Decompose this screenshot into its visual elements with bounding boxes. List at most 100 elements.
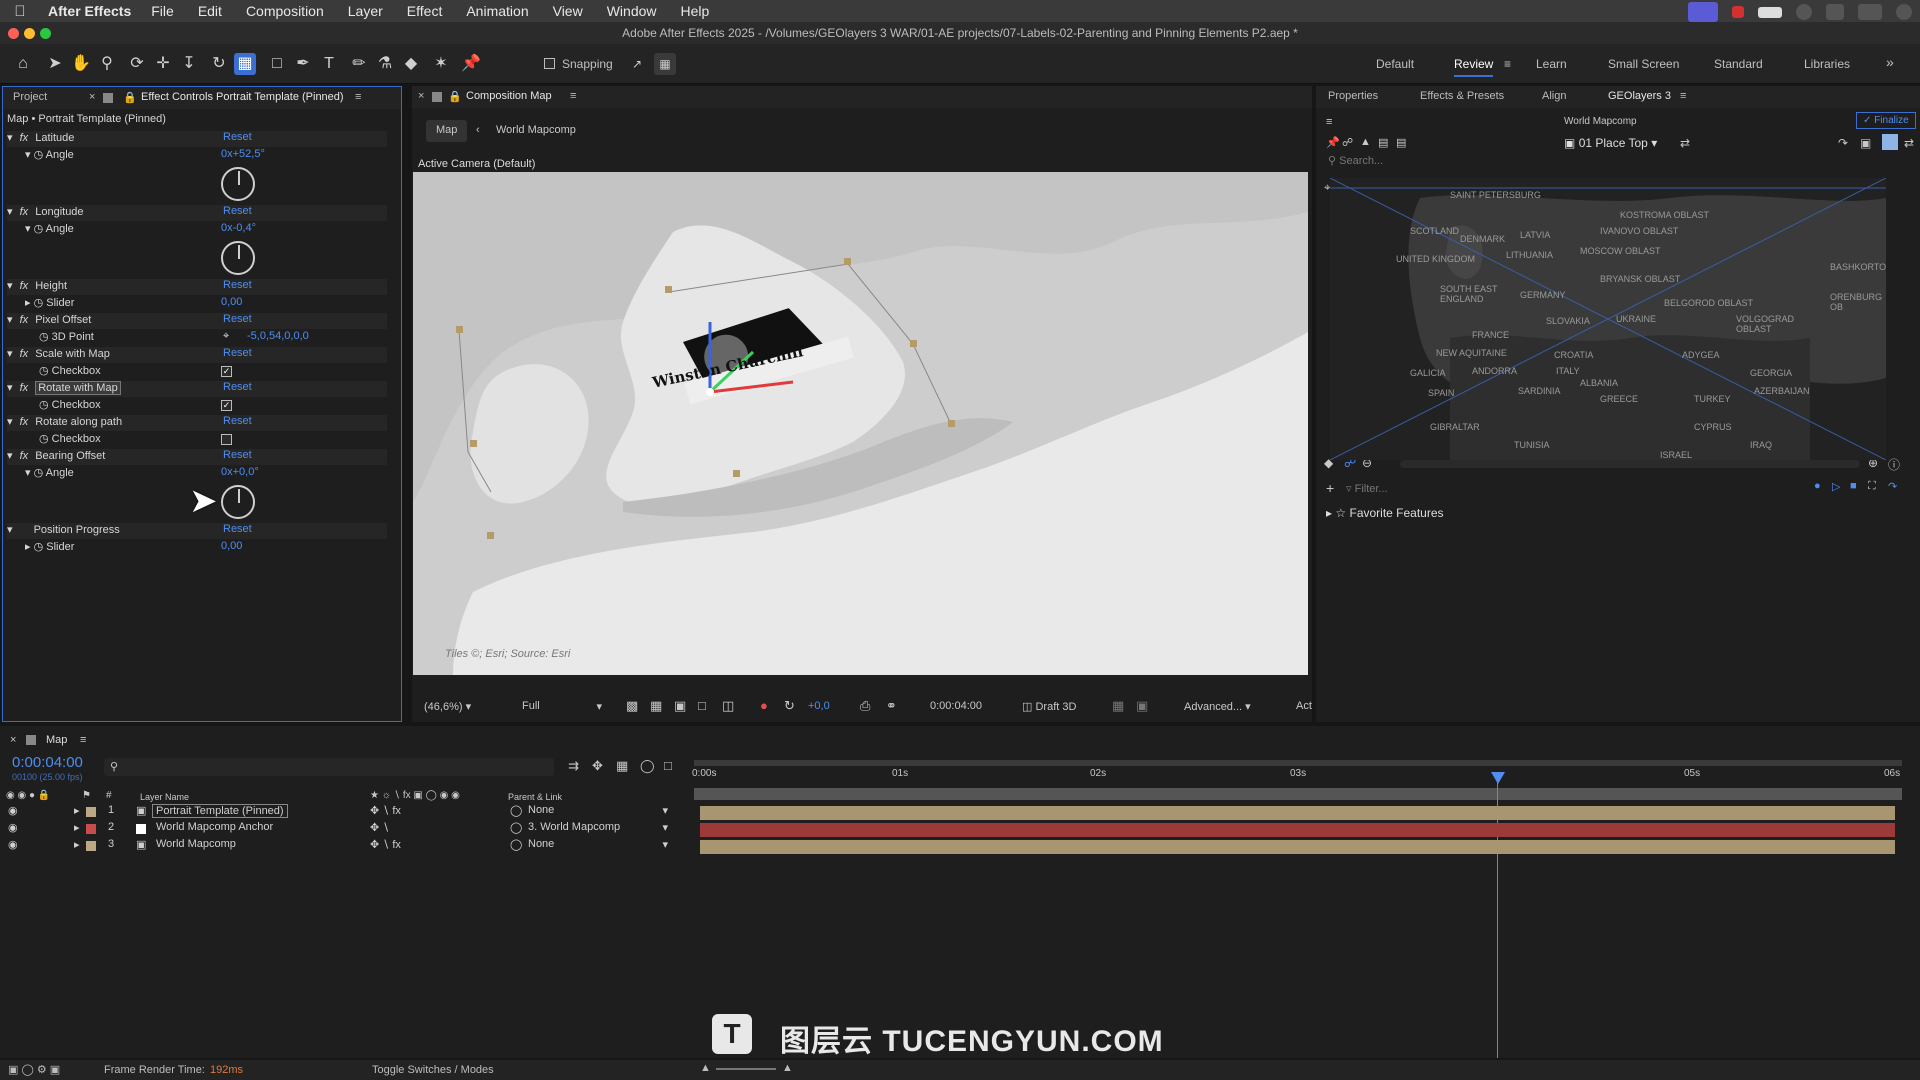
clone-stamp-icon[interactable]: ⚗ xyxy=(374,53,396,75)
tab-project[interactable]: Project xyxy=(13,91,47,103)
workspace-review[interactable]: Review xyxy=(1454,57,1494,77)
stopwatch-icon[interactable]: ◷ xyxy=(34,223,44,235)
record-stop-icon[interactable] xyxy=(1732,6,1744,18)
zoom-window-button[interactable] xyxy=(40,28,51,39)
chevron-right-icon[interactable]: ▸ xyxy=(25,541,31,553)
stopwatch-icon[interactable]: ◷ xyxy=(34,541,44,553)
chevron-right-icon[interactable]: ▸ xyxy=(74,838,80,851)
close-icon[interactable]: × xyxy=(10,734,16,746)
lock-icon[interactable]: 🔒 xyxy=(448,90,462,103)
search-input[interactable]: ⚲ Search... xyxy=(1328,154,1383,167)
reset-link[interactable]: Reset xyxy=(223,279,252,291)
effect-scale-with-map[interactable]: ▾ fx Scale with Map Reset xyxy=(7,347,387,363)
favorite-features-item[interactable]: ▸ ☆ Favorite Features xyxy=(1326,506,1444,520)
snap-grid-icon[interactable]: ▦ xyxy=(654,53,676,75)
breadcrumb-world-mapcomp[interactable]: World Mapcomp xyxy=(496,124,576,136)
chevron-down-icon[interactable]: ▾ xyxy=(25,223,31,235)
menu-file[interactable]: File xyxy=(151,3,174,19)
effect-longitude[interactable]: ▾ fx Longitude Reset xyxy=(7,205,387,221)
pickwhip-icon[interactable]: ◯ xyxy=(510,821,522,834)
chevron-right-icon[interactable]: ▸ xyxy=(74,821,80,834)
pen-tool-icon[interactable]: ✒ xyxy=(292,53,314,75)
effect-rotate-with-map[interactable]: ▾ fx Rotate with Map Reset xyxy=(7,381,387,397)
effect-pixel-offset[interactable]: ▾ fx Pixel Offset Reset xyxy=(7,313,387,329)
share-icon[interactable]: ↷ xyxy=(1888,480,1897,493)
close-window-button[interactable] xyxy=(8,28,19,39)
menu-edit[interactable]: Edit xyxy=(198,3,222,19)
fx-icon[interactable]: fx xyxy=(20,450,29,462)
chevron-down-icon[interactable]: ▾ xyxy=(7,450,13,462)
label-color-icon[interactable] xyxy=(86,807,96,817)
tab-effect-controls[interactable]: Effect Controls Portrait Template (Pinne… xyxy=(141,91,344,103)
layer-name[interactable]: World Mapcomp Anchor xyxy=(156,821,273,833)
renderer-button[interactable]: ◫ Draft 3D xyxy=(1022,700,1076,713)
timeline-search-input[interactable]: ⚲ xyxy=(104,758,554,776)
tab-properties[interactable]: Properties xyxy=(1328,90,1378,102)
reset-exposure-icon[interactable]: ↻ xyxy=(784,698,795,714)
share-icon[interactable]: ↷ xyxy=(1838,136,1848,150)
status-icons[interactable]: ▣ ◯ ⚙ ▣ xyxy=(8,1063,60,1076)
draft-3d-icon[interactable]: ✥ xyxy=(592,758,603,774)
workspace-menu-icon[interactable]: ≡ xyxy=(1504,57,1511,71)
clock-icon[interactable] xyxy=(1896,4,1912,20)
eye-icon[interactable]: ◉ xyxy=(8,821,18,834)
longitude-value[interactable]: 0x-0,4° xyxy=(221,222,256,238)
layer-handle[interactable] xyxy=(456,326,463,333)
zoom-out-icon[interactable]: ▲ xyxy=(700,1062,711,1074)
layer-duration-bar[interactable] xyxy=(700,823,1895,837)
advanced-dropdown[interactable]: Advanced... ▾ xyxy=(1184,700,1251,713)
menu-animation[interactable]: Animation xyxy=(466,3,528,19)
effect-height[interactable]: ▾ fx Height Reset xyxy=(7,279,387,295)
breadcrumb-map[interactable]: Map xyxy=(426,120,468,142)
longitude-dial[interactable] xyxy=(221,241,255,275)
home-icon[interactable]: ⌂ xyxy=(12,53,34,75)
effect-bearing-offset[interactable]: ▾ fx Bearing Offset Reset xyxy=(7,449,387,465)
terrain-icon[interactable]: ▲ xyxy=(1360,136,1371,148)
parent-dropdown[interactable]: None ▾ xyxy=(528,804,668,817)
close-icon[interactable]: × xyxy=(418,90,424,102)
tab-align[interactable]: Align xyxy=(1542,90,1566,102)
fit-icon[interactable]: ▣ xyxy=(1860,136,1871,150)
3d-ground-plane-icon[interactable]: ▦ xyxy=(1112,698,1124,714)
layer-row[interactable]: ◉ ▸ 2 World Mapcomp Anchor ✥ ∖ ◯ 3. Worl… xyxy=(0,821,692,838)
chevron-down-icon[interactable]: ▾ xyxy=(7,348,13,360)
workspace-overflow-icon[interactable]: » xyxy=(1886,54,1894,70)
crosshair-icon[interactable]: ⌖ xyxy=(223,330,229,346)
layer-switches-icon[interactable]: ✥ ∖ fx xyxy=(370,838,401,851)
reset-link[interactable]: Reset xyxy=(223,205,252,217)
label-color-icon[interactable] xyxy=(86,824,96,834)
show-snapshot-icon[interactable]: ⚭ xyxy=(886,698,897,714)
stopwatch-icon[interactable]: ◷ xyxy=(34,467,44,479)
apple-icon[interactable]:  xyxy=(0,3,40,20)
reset-link[interactable]: Reset xyxy=(223,449,252,461)
reset-link[interactable]: Reset xyxy=(223,381,252,393)
parent-link-column[interactable]: Parent & Link xyxy=(508,792,562,802)
layer-name[interactable]: Portrait Template (Pinned) xyxy=(152,804,288,818)
fx-icon[interactable]: fx xyxy=(20,416,29,428)
add-icon[interactable]: + xyxy=(1326,480,1334,496)
time-navigator[interactable] xyxy=(694,788,1902,800)
menu-window[interactable]: Window xyxy=(607,3,657,19)
extended-viewer-icon[interactable]: ▣ xyxy=(1136,698,1148,714)
map-style-dropdown[interactable]: ▣ 01 Place Top ▾ xyxy=(1564,136,1657,150)
grid-icon[interactable]: ◫ xyxy=(722,698,734,714)
stopwatch-icon[interactable]: ◷ xyxy=(39,365,49,377)
panel-menu-icon[interactable]: ≡ xyxy=(1680,90,1686,102)
color-channels-icon[interactable]: ● xyxy=(760,698,768,713)
reset-link[interactable]: Reset xyxy=(223,347,252,359)
chart-icon[interactable]: ▤ xyxy=(1378,136,1388,149)
workspace-small-screen[interactable]: Small Screen xyxy=(1608,57,1679,71)
layer-duration-bar[interactable] xyxy=(700,806,1895,820)
control-center-icon[interactable] xyxy=(1858,4,1882,20)
eye-icon[interactable]: ◉ xyxy=(8,804,18,817)
layer-handle[interactable] xyxy=(910,340,917,347)
pickwhip-icon[interactable]: ◯ xyxy=(510,804,522,817)
dolly-camera-icon[interactable]: ↧ xyxy=(178,53,200,75)
menu-effect[interactable]: Effect xyxy=(407,3,443,19)
position-progress-value[interactable]: 0,00 xyxy=(221,540,242,556)
chevron-right-icon[interactable]: ▸ xyxy=(74,804,80,817)
chevron-right-icon[interactable]: ▸ xyxy=(25,297,31,309)
reset-link[interactable]: Reset xyxy=(223,523,252,535)
layer-row[interactable]: ◉ ▸ 3 ▣ World Mapcomp ✥ ∖ fx ◯ None ▾ xyxy=(0,838,692,855)
minimize-window-button[interactable] xyxy=(24,28,35,39)
